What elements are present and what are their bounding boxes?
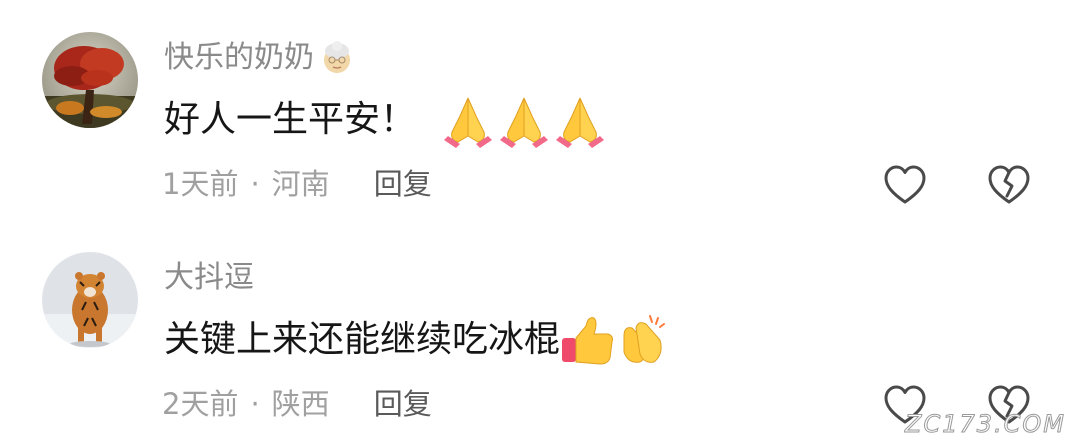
avatar[interactable] (42, 32, 138, 128)
reply-button[interactable]: 回复 (374, 167, 432, 201)
like-button[interactable] (882, 162, 928, 208)
thumbs-up-emoji-icon (560, 312, 616, 368)
username[interactable]: 快乐的奶奶 (164, 38, 354, 78)
username-text: 快乐的奶奶 (164, 40, 314, 75)
folded-hands-emoji-icon (552, 92, 608, 148)
comment-text-content: 关键上来还能继续吃冰棍 (164, 319, 561, 360)
watermark-text: ZC173.COM (905, 410, 1066, 439)
grandma-emoji-icon (324, 41, 350, 73)
dislike-button[interactable] (986, 162, 1032, 208)
avatar-tree-image (42, 32, 138, 128)
avatar[interactable] (42, 252, 138, 348)
username[interactable]: 大抖逗 (164, 258, 254, 298)
comment-meta: 1天前 · 河南 回复 (162, 162, 432, 206)
comment-text-content: 好人一生平安！ (164, 99, 417, 140)
avatar-tiger-image (42, 252, 138, 348)
reply-button[interactable]: 回复 (374, 387, 432, 421)
comment-meta: 2天前 · 陕西 回复 (162, 382, 432, 426)
folded-hands-emoji-icon (496, 92, 552, 148)
comment-time: 2天前 (162, 387, 239, 421)
clapping-hands-emoji-icon (616, 312, 672, 368)
comment-item: 快乐的奶奶 好人一生平安！ 1天前 · 河南 回复 (0, 0, 1080, 220)
comment-location: 陕西 (271, 387, 330, 421)
comment-time: 1天前 (162, 167, 239, 201)
comment-list: 快乐的奶奶 好人一生平安！ 1天前 · 河南 回复 大抖逗 关键上来还能继续吃冰… (0, 0, 1080, 448)
meta-separator: · (250, 387, 260, 421)
comment-text: 关键上来还能继续吃冰棍 (164, 312, 672, 368)
comment-text: 好人一生平安！ (164, 92, 608, 148)
comment-item: 大抖逗 关键上来还能继续吃冰棍 2天前 · 陕西 回复 (0, 220, 1080, 440)
watermark: ZC173.COM (905, 410, 1066, 439)
meta-separator: · (250, 167, 260, 201)
broken-heart-outline-icon (988, 165, 1030, 204)
comment-location: 河南 (271, 167, 330, 201)
folded-hands-emoji-icon (440, 92, 496, 148)
heart-outline-icon (884, 165, 926, 204)
username-text: 大抖逗 (164, 260, 254, 295)
